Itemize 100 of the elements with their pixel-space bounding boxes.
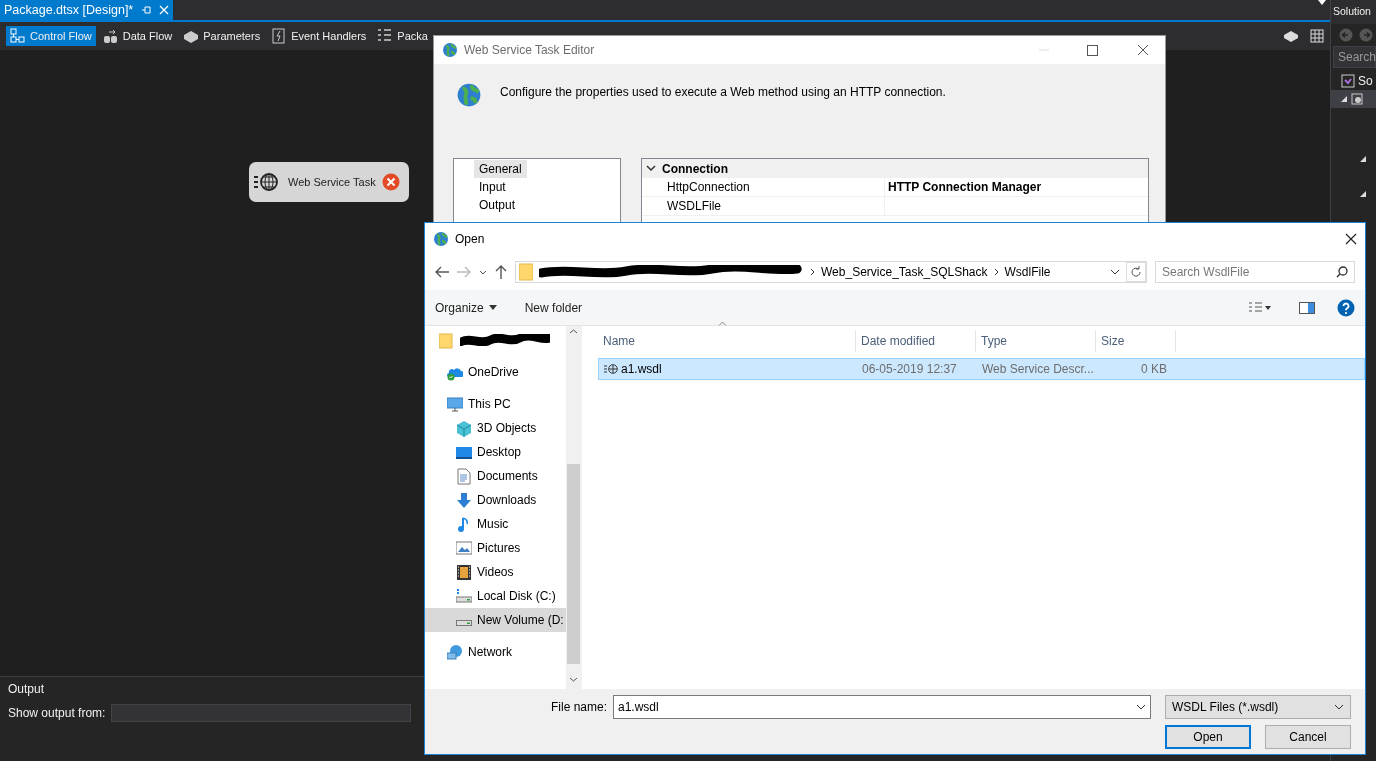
field-label: Show output from: [8, 705, 106, 722]
task-node[interactable]: Web Service Task [249, 162, 409, 202]
solution-icon [1341, 74, 1355, 88]
new-folder-button[interactable]: New folder [524, 298, 583, 317]
page-item[interactable]: General [474, 160, 527, 178]
column-header[interactable]: Date modified [856, 330, 976, 352]
nav-item[interactable]: Local Disk (C:) [425, 584, 566, 608]
maximize-icon[interactable] [1087, 44, 1098, 56]
folder-icon [439, 331, 455, 349]
organize-button[interactable]: Organize [435, 298, 497, 317]
file-type-dropdown[interactable]: WSDL Files (*.wsdl) [1165, 695, 1351, 719]
file-name: a1.wsdl [621, 361, 662, 378]
page-item[interactable]: Output [474, 196, 521, 214]
dropdown-icon[interactable] [479, 269, 487, 275]
property-name: HttpConnection [642, 178, 885, 196]
expander-icon[interactable] [1341, 96, 1347, 102]
up-icon[interactable] [495, 265, 507, 279]
chevron-icon [993, 268, 999, 276]
block-icon [183, 28, 199, 44]
panel-title: Solution [1333, 4, 1371, 20]
page-item[interactable]: Input [474, 178, 511, 196]
nav-item[interactable]: Documents [425, 464, 566, 488]
nav-item[interactable]: Downloads [425, 488, 566, 512]
nav-item[interactable]: Desktop [425, 440, 566, 464]
close-icon[interactable] [1137, 44, 1149, 56]
nav-item[interactable]: OneDrive [425, 360, 566, 384]
file-name-field[interactable]: a1.wsdl [613, 695, 1151, 719]
search-field[interactable]: Search [1333, 46, 1376, 68]
scroll-thumb[interactable] [567, 464, 580, 664]
back-icon[interactable] [435, 266, 449, 278]
picture-icon [456, 539, 472, 557]
project-icon [1350, 92, 1364, 106]
search-field[interactable]: Search WsdlFile [1155, 261, 1355, 283]
close-icon[interactable] [1345, 232, 1357, 245]
nav-item[interactable]: New Volume (D: [425, 608, 566, 632]
folder-icon [519, 263, 533, 281]
document-icon [456, 467, 472, 485]
collapse-icon[interactable] [646, 165, 656, 172]
computer-icon [447, 395, 463, 413]
globe-icon [456, 82, 482, 108]
pin-icon[interactable] [141, 5, 152, 15]
path-segment[interactable]: Web_Service_Task_SQLShack [821, 263, 988, 281]
cube-icon [456, 419, 472, 437]
preview-pane-icon[interactable] [1299, 301, 1315, 314]
help-icon[interactable] [1337, 298, 1355, 317]
file-type: Web Service Descr... [981, 361, 1095, 378]
property-name: WSDLFile [642, 197, 885, 215]
window-title: Web Service Task Editor [464, 42, 596, 59]
dropdown-icon[interactable] [1136, 704, 1146, 710]
expander-icon[interactable] [1360, 191, 1366, 197]
view-options-icon[interactable] [1249, 301, 1271, 314]
globe-icon [433, 230, 449, 247]
caret-icon [488, 305, 497, 310]
dropdown-icon[interactable] [1318, 0, 1326, 5]
column-header[interactable]: Size [1096, 330, 1176, 352]
document-tab[interactable]: Package.dtsx [Design]* [0, 0, 174, 20]
nav-item[interactable]: This PC [425, 392, 566, 416]
flowchart-icon [10, 28, 25, 44]
nav-item[interactable]: Network [425, 640, 566, 664]
designer-tab[interactable]: Parameters [179, 25, 265, 47]
dialog-button[interactable]: Cancel [1265, 725, 1351, 749]
nav-item[interactable]: Videos [425, 560, 566, 584]
designer-tab[interactable]: Event Handlers [267, 25, 371, 47]
file-size: 0 KB [1140, 361, 1168, 378]
column-header[interactable]: Name [598, 330, 856, 352]
expander-icon[interactable] [1360, 156, 1366, 162]
description-text: Configure the properties used to execute a Web method using an HTTP connection. [500, 84, 946, 101]
tree-item[interactable] [1331, 90, 1376, 108]
dropdown-icon[interactable] [1110, 269, 1120, 275]
film-icon [456, 563, 472, 581]
network-icon [447, 643, 463, 661]
file-row[interactable]: a1.wsdl 06-05-2019 12:37 Web Service Descr... 0 KB [598, 358, 1365, 380]
column-header[interactable]: Type [976, 330, 1096, 352]
nav-item[interactable]: Pictures [425, 536, 566, 560]
nav-item[interactable]: Music [425, 512, 566, 536]
designer-tab[interactable]: Control Flow [6, 25, 96, 47]
category-label: Connection [662, 160, 728, 178]
tree-item[interactable]: So [1331, 72, 1376, 90]
tree-list-icon [377, 28, 393, 44]
caret-icon [1334, 704, 1344, 710]
lightning-page-icon [271, 28, 287, 44]
chevron-icon [810, 268, 815, 276]
property-value[interactable]: HTTP Connection Manager [885, 178, 1148, 196]
scrollbar[interactable] [566, 326, 581, 689]
refresh-icon[interactable] [1126, 262, 1146, 282]
grid-icon[interactable] [1310, 29, 1324, 43]
designer-tab[interactable]: Data Flow [98, 25, 177, 47]
address-bar[interactable]: Web_Service_Task_SQLShack WsdlFile [515, 261, 1147, 283]
search-icon [1336, 266, 1348, 278]
designer-tab[interactable]: Packa [373, 25, 428, 47]
file-date: 06-05-2019 12:37 [861, 361, 958, 378]
panel-title: Output [8, 681, 46, 698]
web-file-icon [604, 364, 618, 374]
drive-icon [456, 620, 472, 626]
cylinders-icon [102, 28, 118, 44]
nav-item[interactable]: 3D Objects [425, 416, 566, 440]
dialog-button[interactable]: Open [1165, 725, 1251, 749]
field-label: File name: [550, 699, 607, 716]
block-icon[interactable] [1283, 30, 1298, 42]
path-segment[interactable]: WsdlFile [1004, 263, 1051, 281]
